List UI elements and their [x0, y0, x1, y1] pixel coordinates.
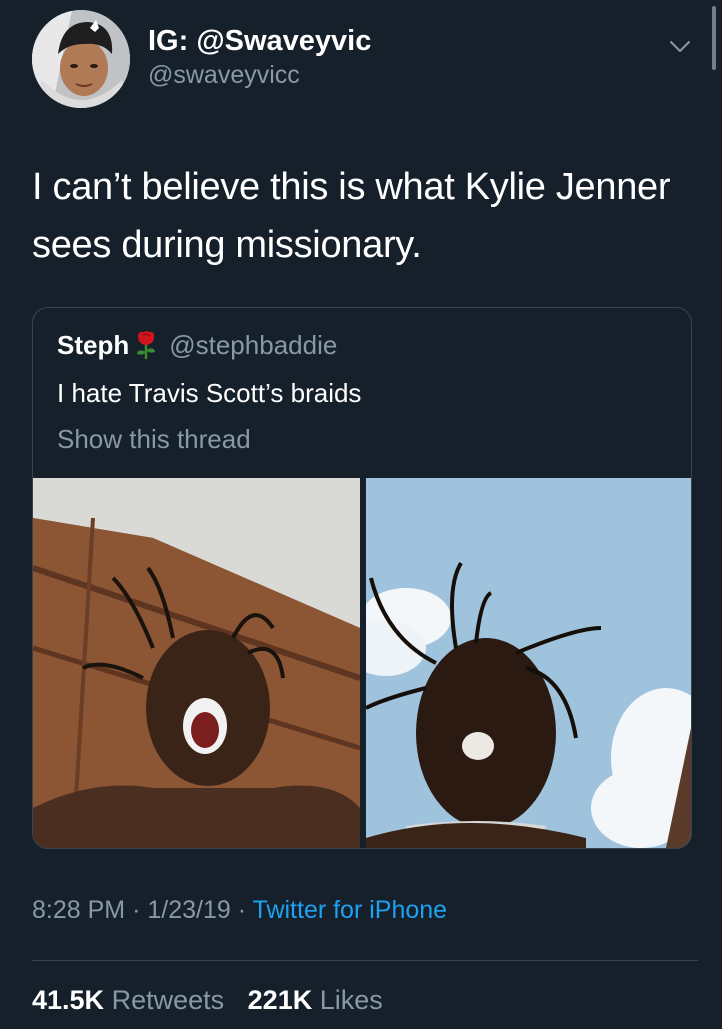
quoted-author-handle: @stephbaddie: [169, 329, 338, 360]
media-photo-left[interactable]: [33, 478, 360, 848]
tweet-timestamp: 8:28 PM · 1/23/19 · Twitter for iPhone: [32, 896, 447, 925]
tweet-text: I can’t believe this is what Kylie Jenne…: [32, 166, 671, 266]
likes-count: 221K: [247, 985, 313, 1015]
media-grid: [33, 478, 691, 848]
author-display-name[interactable]: IG: @Swaveyvic: [148, 24, 371, 58]
divider: [32, 960, 698, 961]
photo-right-image: [366, 478, 691, 848]
quoted-author-name: Steph: [57, 329, 130, 360]
likes-label: Likes: [319, 985, 383, 1015]
meta-separator: ·: [132, 896, 141, 924]
tweet-header: IG: @Swaveyvic @swaveyvicc: [32, 10, 702, 110]
rose-icon: [137, 331, 156, 359]
show-thread-link[interactable]: Show this thread: [57, 424, 251, 455]
quoted-tweet-header: Steph @stephbaddie: [57, 328, 337, 362]
meta-separator: ·: [237, 896, 247, 924]
photo-left-image: [33, 478, 360, 848]
retweets-label: Retweets: [111, 985, 225, 1015]
quoted-tweet-card[interactable]: Steph @stephbaddie I hate Travis Scott’s…: [32, 307, 692, 849]
avatar[interactable]: [32, 10, 130, 108]
tweet-source-link[interactable]: Twitter for iPhone: [253, 896, 448, 924]
retweets-stat[interactable]: 41.5K Retweets: [32, 985, 224, 1015]
author-block[interactable]: IG: @Swaveyvic @swaveyvicc: [148, 24, 371, 92]
author-handle[interactable]: @swaveyvicc: [148, 58, 371, 92]
tweet-time: 8:28 PM: [32, 896, 126, 924]
media-photo-right[interactable]: [366, 478, 691, 848]
chevron-down-icon[interactable]: [668, 34, 692, 58]
likes-stat[interactable]: 221K Likes: [248, 985, 383, 1015]
tweet-stats: 41.5K Retweets 221K Likes: [32, 985, 383, 1016]
retweets-count: 41.5K: [32, 985, 105, 1015]
quoted-tweet-text: I hate Travis Scott’s braids: [57, 378, 362, 408]
tweet-date: 1/23/19: [147, 896, 231, 924]
scrollbar[interactable]: [712, 6, 716, 70]
avatar-image: [32, 10, 130, 108]
